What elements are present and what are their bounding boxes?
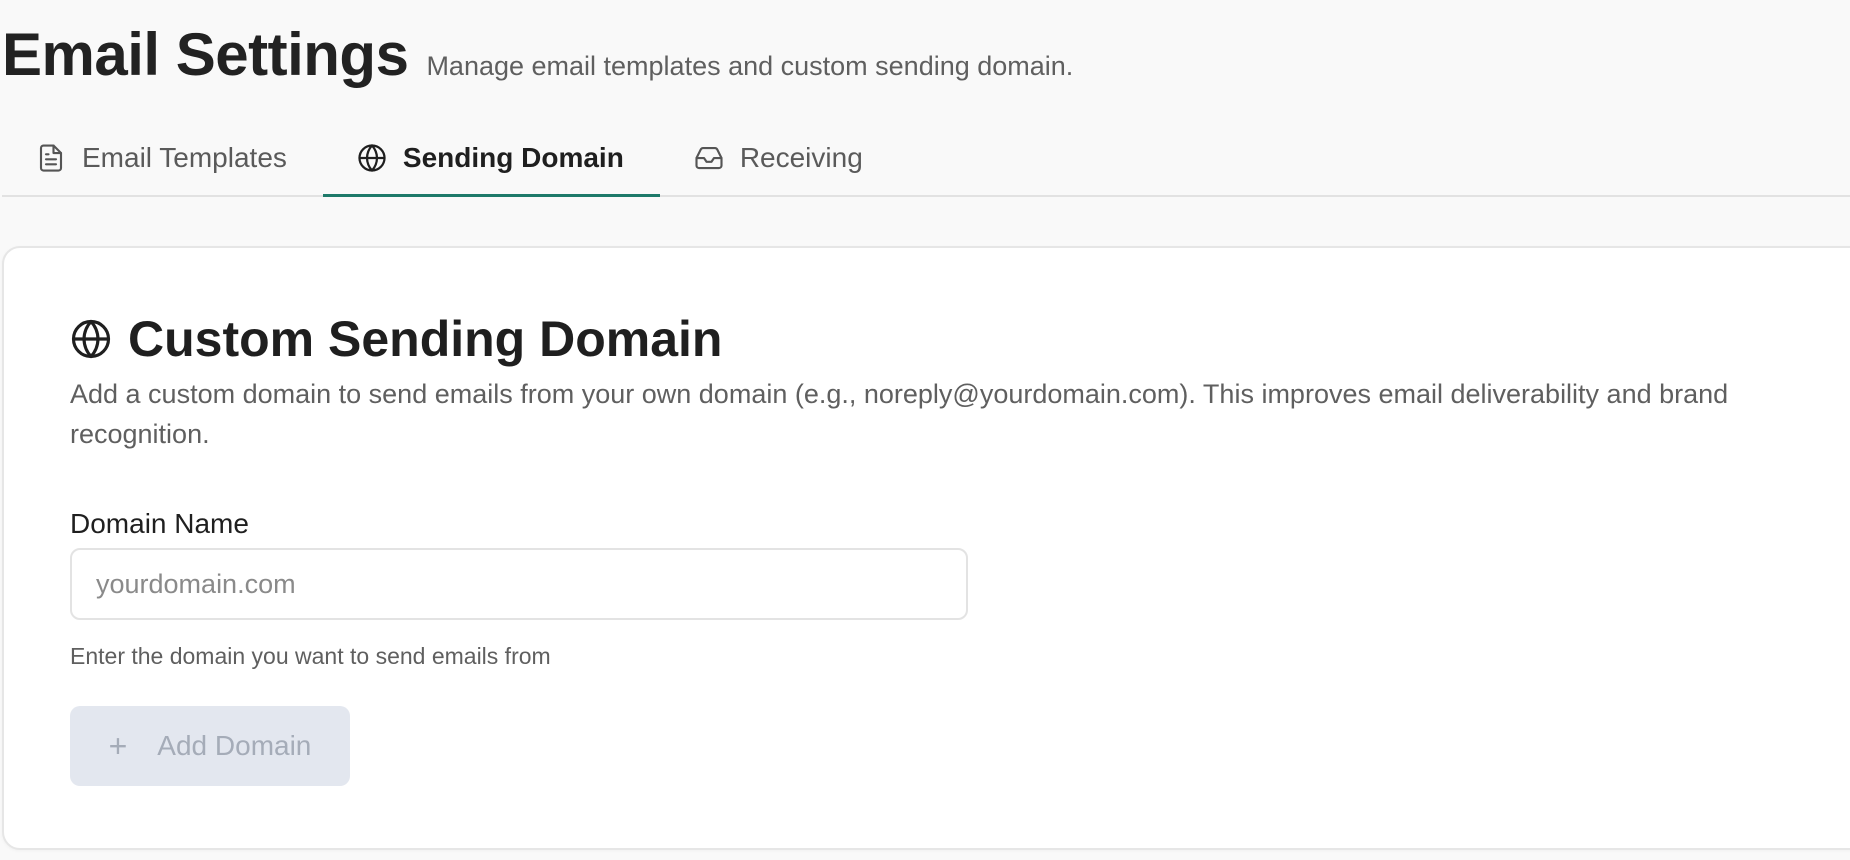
globe-icon xyxy=(357,143,387,173)
domain-name-label: Domain Name xyxy=(70,508,249,539)
plus-icon: + xyxy=(108,728,128,764)
domain-helper-text: Enter the domain you want to send emails… xyxy=(70,643,551,669)
page-header: Email Settings Manage email templates an… xyxy=(0,20,1073,89)
add-domain-label: Add Domain xyxy=(157,730,312,761)
tab-label: Email Templates xyxy=(82,141,287,173)
tab-sending-domain[interactable]: Sending Domain xyxy=(322,120,660,197)
page-title: Email Settings xyxy=(2,21,409,88)
email-settings-page: Email Settings Manage email templates an… xyxy=(0,0,1850,860)
tab-label: Receiving xyxy=(739,141,863,173)
add-domain-button[interactable]: + Add Domain xyxy=(70,706,350,786)
card-description: Add a custom domain to send emails from … xyxy=(70,379,1729,449)
tab-email-templates[interactable]: Email Templates xyxy=(2,120,323,195)
tab-receiving[interactable]: Receiving xyxy=(660,120,899,195)
settings-tabs: Email Templates Sending Domain Receiving xyxy=(2,120,1850,197)
card-title: Custom Sending Domain xyxy=(70,310,722,368)
domain-name-input[interactable] xyxy=(70,548,968,620)
custom-domain-card: Custom Sending Domain Add a custom domai… xyxy=(2,246,1850,850)
globe-icon xyxy=(70,318,112,360)
page-subtitle: Manage email templates and custom sendin… xyxy=(426,51,1074,81)
inbox-icon xyxy=(694,143,724,173)
document-icon xyxy=(36,143,66,173)
tab-label: Sending Domain xyxy=(402,141,624,173)
card-title-text: Custom Sending Domain xyxy=(128,311,723,367)
